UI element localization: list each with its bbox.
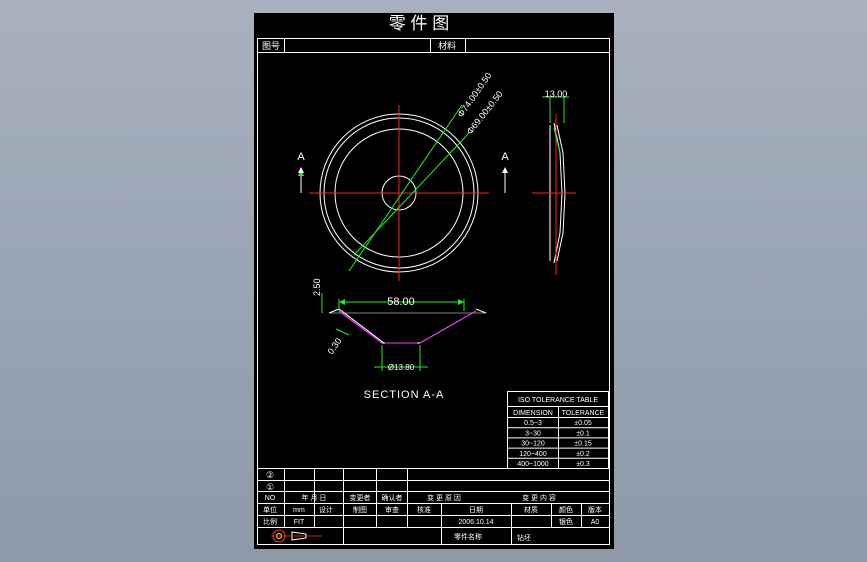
tb-approve-label: 核准 [417,505,431,514]
projection-symbol-icon [271,529,322,543]
tb-date-col-label: 日期 [469,506,483,514]
section-label-left: A [297,151,305,163]
tb-no-label: NO [265,495,276,502]
drawing-sheet: 零 件 图 图号 材料 A A Φ74.00±0.50 Φ69.00±0.50 [254,13,614,549]
cone-profile-left [338,310,383,344]
tb-color-value: 银色 [559,517,573,526]
drawing-title: 零 件 图 [389,14,449,33]
tb-scale-value: FIT [294,519,305,526]
tb-confirm-label: 确认者 [382,493,403,502]
section-label-right: A [501,151,509,163]
title-block: ② ① NO 年 月 日 变更者 确认者 变 更 原 因 变 更 内 容 单位 … [257,468,610,545]
tb-change-content-label: 变 更 内 容 [522,493,556,502]
depth-dim: 2.50 [312,278,322,296]
tb-color-label: 颜色 [559,505,573,514]
tb-drafting-label: 制图 [353,505,367,514]
tb-design-label: 设计 [319,505,333,514]
tolerance-header-dimension: DIMENSION [513,410,553,417]
tolerance-value-cell: ±0.05 [574,420,592,427]
bottom-diameter-dim: Ø13.80 [388,363,415,372]
front-view: A A Φ74.00±0.50 Φ69.00±0.50 [297,71,509,281]
rev-marker-1: ① [266,482,274,492]
side-view: 13.00 [532,89,576,275]
thickness-dim: 13.00 [545,89,568,99]
drawing-canvas: 零 件 图 图号 材料 A A Φ74.00±0.50 Φ69.00±0.50 [257,14,610,545]
tb-unit-label: 单位 [263,505,277,514]
tolerance-header-tolerance: TOLERANCE [562,410,605,417]
tolerance-table-title: ISO TOLERANCE TABLE [518,397,598,404]
rev-marker-2: ② [266,470,274,480]
section-title: SECTION A-A [364,389,445,401]
material-label: 材料 [438,40,456,51]
tolerance-dimension-cell: 120~400 [519,451,547,458]
tb-material-label: 材质 [524,505,538,514]
section-view: 58.00 2.50 0.30 Ø13.80 SECTION A-A [312,278,487,401]
tb-part-name-value: 钻坯 [517,533,531,542]
tolerance-dimension-cell: 3~30 [525,430,541,437]
cone-profile-right [419,310,477,344]
tolerance-value-cell: ±0.1 [576,430,590,437]
tolerance-dimension-cell: 0.5~3 [524,420,542,427]
tb-review-label: 审查 [385,505,399,514]
tolerance-value-cell: ±0.15 [574,441,592,448]
tolerance-dimension-cell: 30~120 [521,441,545,448]
tb-part-name-label: 零件名称 [454,532,482,541]
tb-version-label: 版本 [588,505,602,514]
wall-dim: 0.30 [325,336,343,356]
tb-unit-value: mm [293,507,305,514]
tb-date-label: 年 月 日 [302,493,327,502]
top-width-dim: 58.00 [387,296,415,308]
tb-change-reason-label: 变 更 原 因 [427,493,461,502]
header-row: 图号 材料 [257,38,610,53]
tolerance-value-cell: ±0.3 [576,461,590,468]
outer-diameter-leader [348,104,463,272]
tb-changer-label: 变更者 [350,493,371,502]
tb-date-value: 2006.10.14 [458,519,493,526]
tb-version-value: A0 [591,519,600,526]
tb-scale-label: 比例 [263,517,277,526]
tolerance-table: ISO TOLERANCE TABLE DIMENSION TOLERANCE … [507,391,609,469]
drawing-no-label: 图号 [262,41,280,51]
tolerance-dimension-cell: 400~1000 [517,461,548,468]
tolerance-value-cell: ±0.2 [576,451,590,458]
inner-diameter-leader [353,132,470,256]
